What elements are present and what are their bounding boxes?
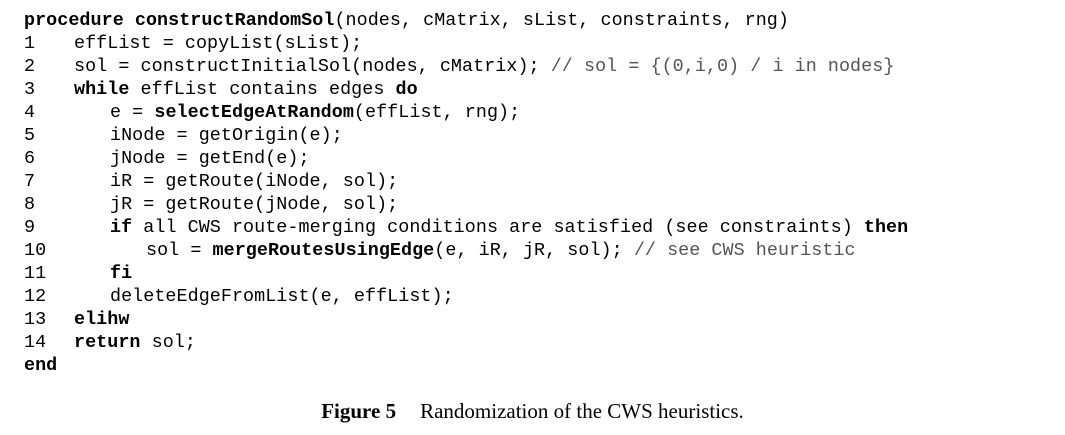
line-content: jNode = getEnd(e); <box>74 147 310 170</box>
line-number: 11 <box>24 263 47 284</box>
line-content: e = selectEdgeAtRandom(effList, rng); <box>74 101 520 124</box>
line-number: 10 <box>24 240 47 261</box>
line-content: effList = copyList(sList); <box>74 32 362 55</box>
code-line: 13 elihw <box>24 308 1054 331</box>
code-text: iNode = getOrigin(e); <box>110 125 343 146</box>
code-text: (nodes, cMatrix, sList, constraints, rng… <box>334 10 789 31</box>
line-number: 5 <box>24 125 36 146</box>
keyword: end <box>24 355 58 376</box>
code-line: 10 sol = mergeRoutesUsingEdge(e, iR, jR, … <box>24 239 1054 262</box>
code-text: iR = getRoute(iNode, sol); <box>110 171 399 192</box>
line-content: while effList contains edges do <box>74 78 418 101</box>
code-line: 12 deleteEdgeFromList(e, effList); <box>24 285 1054 308</box>
code-text: sol; <box>140 332 196 353</box>
line-content: iNode = getOrigin(e); <box>74 124 343 147</box>
line-number: 2 <box>24 56 36 77</box>
code-line: 8 jR = getRoute(jNode, sol); <box>24 193 1054 216</box>
line-number: 9 <box>24 217 36 238</box>
code-line: 3 while effList contains edges do <box>24 78 1054 101</box>
line-content: return sol; <box>74 331 196 354</box>
code-comment: // sol = {(0,i,0) / i in nodes} <box>550 56 895 77</box>
line-content: deleteEdgeFromList(e, effList); <box>74 285 454 308</box>
code-text: sol = constructInitialSol(nodes, cMatrix… <box>74 56 551 77</box>
keyword: constructRandomSol <box>134 10 335 31</box>
code-line: 2 sol = constructInitialSol(nodes, cMatri… <box>24 55 1054 78</box>
keyword: mergeRoutesUsingEdge <box>212 240 435 261</box>
line-content: elihw <box>74 308 129 331</box>
keyword: if <box>110 217 133 238</box>
code-line: 5 iNode = getOrigin(e); <box>24 124 1054 147</box>
procedure-header: procedure constructRandomSol(nodes, cMat… <box>24 9 1054 32</box>
line-number: 7 <box>24 171 36 192</box>
algorithm-listing: procedure constructRandomSol(nodes, cMat… <box>24 9 1054 377</box>
keyword: then <box>863 217 909 238</box>
line-content: if all CWS route-merging conditions are … <box>74 216 908 239</box>
procedure-end: end <box>24 354 1054 377</box>
line-content: fi <box>74 262 132 285</box>
keyword: fi <box>110 263 133 284</box>
line-number: 6 <box>24 148 36 169</box>
code-line: 14 return sol; <box>24 331 1054 354</box>
code-line: 7 iR = getRoute(iNode, sol); <box>24 170 1054 193</box>
line-number: 12 <box>24 286 47 307</box>
code-text: sol = <box>146 240 213 261</box>
figure-label: Figure 5 <box>321 399 397 423</box>
code-line: 1 effList = copyList(sList); <box>24 32 1054 55</box>
line-number: 3 <box>24 79 36 100</box>
code-text: jR = getRoute(jNode, sol); <box>110 194 399 215</box>
code-text: all CWS route-merging conditions are sat… <box>132 217 864 238</box>
keyword: while <box>74 79 130 100</box>
line-content: sol = mergeRoutesUsingEdge(e, iR, jR, so… <box>74 239 856 262</box>
line-content: end <box>24 354 57 377</box>
line-content: sol = constructInitialSol(nodes, cMatrix… <box>74 55 894 78</box>
keyword: do <box>395 79 418 100</box>
code-text: jNode = getEnd(e); <box>110 148 310 169</box>
line-number: 8 <box>24 194 36 215</box>
code-line: 4 e = selectEdgeAtRandom(effList, rng); <box>24 101 1054 124</box>
line-content: jR = getRoute(jNode, sol); <box>74 193 398 216</box>
code-line: 11 fi <box>24 262 1054 285</box>
code-text: effList contains edges <box>129 79 396 100</box>
line-number: 14 <box>24 332 47 353</box>
line-content: iR = getRoute(iNode, sol); <box>74 170 398 193</box>
line-number: 13 <box>24 309 47 330</box>
line-number: 1 <box>24 33 36 54</box>
code-line: 9 if all CWS route-merging conditions are… <box>24 216 1054 239</box>
keyword: elihw <box>74 309 130 330</box>
keyword: procedure <box>24 10 124 31</box>
code-comment: // see CWS heuristic <box>633 240 856 261</box>
code-text: effList = copyList(sList); <box>74 33 363 54</box>
line-content: procedure constructRandomSol(nodes, cMat… <box>24 9 789 32</box>
keyword: selectEdgeAtRandom <box>154 102 354 123</box>
code-line: 6 jNode = getEnd(e); <box>24 147 1054 170</box>
line-number: 4 <box>24 102 36 123</box>
code-text: (e, iR, jR, sol); <box>434 240 634 261</box>
caption-text: Randomization of the CWS heuristics. <box>420 399 744 423</box>
figure-caption: Figure 5 Randomization of the CWS heurist… <box>0 399 1065 424</box>
code-text: (effList, rng); <box>353 102 521 123</box>
code-text: deleteEdgeFromList(e, effList); <box>110 286 454 307</box>
keyword: return <box>74 332 141 353</box>
code-text: e = <box>110 102 155 123</box>
